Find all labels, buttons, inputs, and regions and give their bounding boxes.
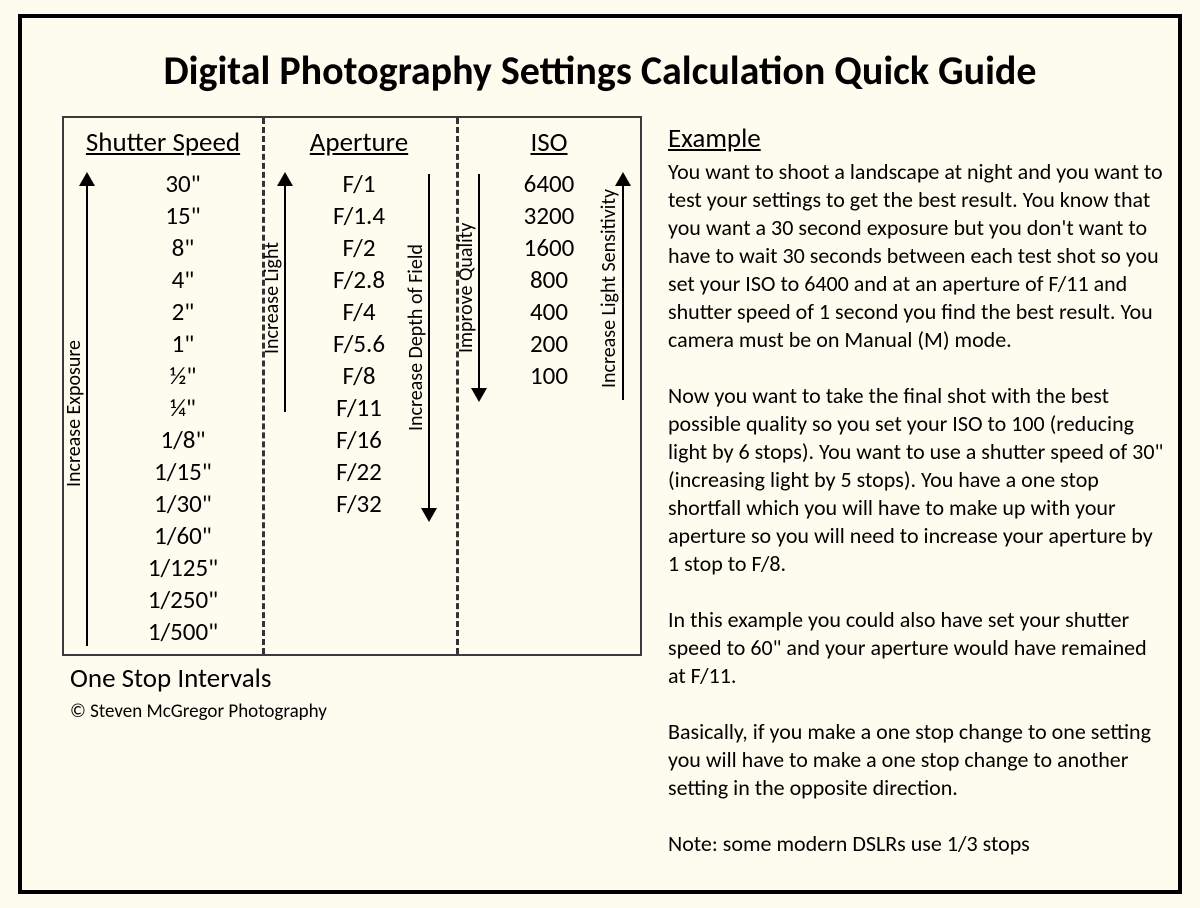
value-item: 1/30" xyxy=(84,488,282,520)
example-heading: Example xyxy=(668,122,761,155)
arrow-up-icon xyxy=(622,174,624,400)
shutter-values-list: 30"15"8"4"2"1"½"¼"1/8"1/15"1/30"1/60"1/1… xyxy=(84,168,282,648)
value-item: 1/15" xyxy=(84,456,282,488)
column-header-aperture: Aperture xyxy=(262,126,456,159)
one-stop-intervals-label: One Stop Intervals xyxy=(70,662,271,695)
column-aperture: Aperture F/1F/1.4F/2F/2.8F/4F/5.6F/8F/11… xyxy=(262,118,456,654)
value-item: 30" xyxy=(84,168,282,200)
arrow-down-icon xyxy=(478,174,480,400)
example-body: You want to shoot a landscape at night a… xyxy=(668,158,1164,886)
arrow-label-increase-light: Increase Light xyxy=(260,228,284,368)
copyright-text: © Steven McGregor Photography xyxy=(70,700,327,723)
arrow-label-improve-quality: Improve Quality xyxy=(454,208,478,368)
page-frame: Digital Photography Settings Calculation… xyxy=(18,14,1182,894)
value-item: 4" xyxy=(84,264,282,296)
arrow-label-light-sensitivity: Increase Light Sensitivity xyxy=(597,168,621,408)
value-item: 1" xyxy=(84,328,282,360)
example-paragraph: Now you want to take the final shot with… xyxy=(668,382,1164,578)
example-paragraph: You want to shoot a landscape at night a… xyxy=(668,158,1164,354)
value-item: 15" xyxy=(84,200,282,232)
value-item: 1/8" xyxy=(84,424,282,456)
arrow-down-icon xyxy=(428,174,430,520)
example-paragraph: Note: some modern DSLRs use 1/3 stops xyxy=(668,830,1164,858)
value-item: 8" xyxy=(84,232,282,264)
arrow-label-increase-exposure: Increase Exposure xyxy=(62,318,86,508)
example-paragraph: Basically, if you make a one stop change… xyxy=(668,718,1164,802)
value-item: ¼" xyxy=(84,392,282,424)
value-item: ½" xyxy=(84,360,282,392)
example-paragraph: In this example you could also have set … xyxy=(668,606,1164,690)
arrow-up-icon xyxy=(86,174,88,646)
arrow-label-depth-of-field: Increase Depth of Field xyxy=(404,218,428,458)
column-shutter-speed: Shutter Speed 30"15"8"4"2"1"½"¼"1/8"1/15… xyxy=(64,118,262,654)
value-item: 1/125" xyxy=(84,552,282,584)
value-item: 1/500" xyxy=(84,616,282,648)
value-item: 2" xyxy=(84,296,282,328)
page-title: Digital Photography Settings Calculation… xyxy=(22,46,1178,95)
value-item: 1/250" xyxy=(84,584,282,616)
column-header-iso: ISO xyxy=(456,126,642,159)
value-item: F/22 xyxy=(262,456,456,488)
value-item: 1/60" xyxy=(84,520,282,552)
column-header-shutter: Shutter Speed xyxy=(64,126,262,159)
column-iso: ISO 640032001600800400200100 Improve Qua… xyxy=(456,118,642,654)
arrow-up-icon xyxy=(284,174,286,412)
settings-table: Shutter Speed 30"15"8"4"2"1"½"¼"1/8"1/15… xyxy=(62,116,642,656)
